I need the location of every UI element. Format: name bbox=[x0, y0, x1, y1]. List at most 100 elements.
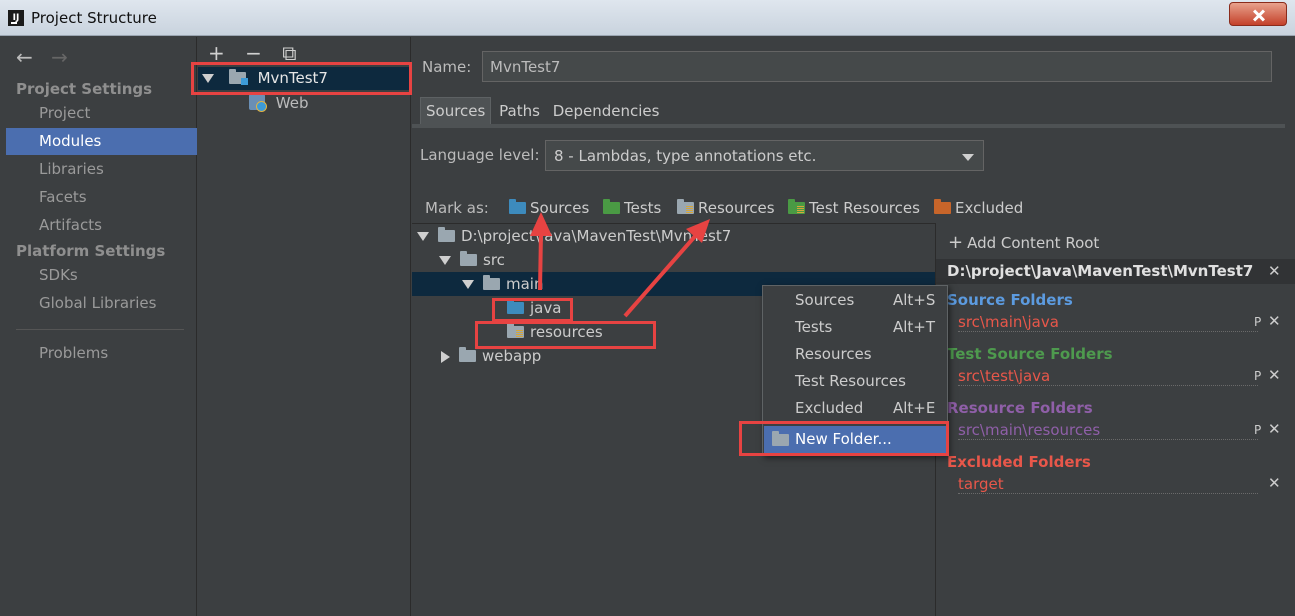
nav-item-modules[interactable]: Modules bbox=[6, 128, 197, 155]
expand-triangle-icon[interactable] bbox=[439, 256, 451, 265]
content-root-header: D:\project\Java\MavenTest\MvnTest7 ✕ bbox=[936, 259, 1295, 284]
test-source-folders-heading: Test Source Folders bbox=[947, 345, 1113, 363]
source-folder-path: src\main\java bbox=[958, 313, 1258, 332]
resource-folder-path: src\main\resources bbox=[958, 421, 1258, 440]
add-icon[interactable]: + bbox=[208, 41, 225, 65]
module-row-mvntest7[interactable]: MvnTest7 bbox=[198, 67, 411, 90]
expand-triangle-icon[interactable] bbox=[417, 232, 429, 241]
tree-java-label: java bbox=[530, 299, 562, 317]
sources-folder-icon bbox=[509, 199, 526, 214]
tab-dependencies[interactable]: Dependencies bbox=[548, 98, 665, 125]
tree-main-label: main bbox=[506, 275, 544, 293]
tab-paths[interactable]: Paths bbox=[494, 98, 545, 125]
remove-root-close-icon[interactable]: ✕ bbox=[1268, 259, 1281, 284]
menu-label: Resources bbox=[795, 345, 872, 363]
nav-item-project[interactable]: Project bbox=[6, 100, 197, 127]
excluded-folders-heading: Excluded Folders bbox=[947, 453, 1091, 471]
mark-resources-label: Resources bbox=[698, 199, 775, 217]
menu-shortcut: Alt+S bbox=[893, 291, 936, 309]
test-resources-folder-icon bbox=[788, 199, 805, 214]
menu-item-excluded[interactable]: Excluded Alt+E bbox=[764, 395, 947, 422]
title-bar: IJ Project Structure bbox=[0, 0, 1295, 36]
plus-icon: + bbox=[948, 232, 964, 253]
source-folders-heading: Source Folders bbox=[947, 291, 1073, 309]
nav-divider bbox=[16, 329, 184, 330]
tab-sources[interactable]: Sources bbox=[420, 97, 492, 124]
menu-label: Sources bbox=[795, 291, 855, 309]
editor-tabs: Sources Paths Dependencies bbox=[420, 97, 662, 124]
mark-excluded-label: Excluded bbox=[955, 199, 1024, 217]
test-source-folder-path: src\test\java bbox=[958, 367, 1258, 386]
tests-folder-icon bbox=[603, 199, 620, 214]
folder-icon bbox=[483, 275, 500, 290]
mark-sources-label: Sources bbox=[530, 199, 590, 217]
nav-item-global-libraries[interactable]: Global Libraries bbox=[6, 290, 197, 317]
tree-resources-label: resources bbox=[530, 323, 603, 341]
menu-label: New Folder... bbox=[795, 430, 892, 448]
package-prefix-icon[interactable]: P bbox=[1254, 369, 1261, 383]
platform-settings-heading: Platform Settings bbox=[16, 242, 166, 260]
close-icon[interactable]: ✕ bbox=[1268, 420, 1281, 438]
expand-triangle-icon[interactable] bbox=[462, 280, 474, 289]
module-name-input[interactable] bbox=[482, 51, 1272, 82]
mark-resources-button[interactable]: Resources bbox=[677, 199, 775, 217]
close-icon[interactable]: ✕ bbox=[1268, 366, 1281, 384]
menu-shortcut: Alt+T bbox=[893, 318, 936, 336]
folder-icon bbox=[438, 227, 455, 242]
nav-item-facets[interactable]: Facets bbox=[6, 184, 197, 211]
context-menu: Sources Alt+S Tests Alt+T Resources Test R… bbox=[762, 285, 948, 456]
menu-item-test-resources[interactable]: Test Resources bbox=[764, 368, 947, 395]
remove-icon[interactable]: − bbox=[245, 41, 262, 65]
settings-nav: ← → Project Settings Project Modules Lib… bbox=[0, 37, 197, 616]
menu-label: Test Resources bbox=[795, 372, 906, 390]
menu-shortcut: Alt+E bbox=[893, 399, 936, 417]
modules-panel: + − ⧉ MvnTest7 Web bbox=[198, 37, 411, 616]
name-label: Name: bbox=[422, 58, 472, 76]
collapsed-triangle-icon[interactable] bbox=[441, 350, 450, 363]
mark-as-label: Mark as: bbox=[425, 199, 489, 217]
excluded-folder-path: target bbox=[958, 475, 1258, 494]
folder-icon bbox=[459, 347, 476, 362]
package-prefix-icon[interactable]: P bbox=[1254, 315, 1261, 329]
tree-row-src[interactable]: src bbox=[412, 248, 935, 272]
close-icon[interactable]: ✕ bbox=[1268, 474, 1281, 492]
mark-test-resources-button[interactable]: Test Resources bbox=[788, 199, 920, 217]
resources-folder-icon bbox=[507, 323, 524, 338]
menu-label: Tests bbox=[795, 318, 833, 336]
forward-arrow-icon[interactable]: → bbox=[51, 45, 68, 69]
language-level-select[interactable]: 8 - Lambdas, type annotations etc. bbox=[545, 140, 984, 171]
module-row-web[interactable]: Web bbox=[198, 92, 411, 115]
mark-test-resources-label: Test Resources bbox=[809, 199, 920, 217]
chevron-down-icon bbox=[962, 154, 974, 161]
nav-item-libraries[interactable]: Libraries bbox=[6, 156, 197, 183]
window-close-button[interactable] bbox=[1229, 2, 1287, 26]
mark-sources-button[interactable]: Sources bbox=[509, 199, 589, 217]
window-title: Project Structure bbox=[31, 9, 157, 27]
modules-toolbar: + − ⧉ bbox=[208, 41, 311, 65]
close-icon[interactable]: ✕ bbox=[1268, 312, 1281, 330]
copy-icon[interactable]: ⧉ bbox=[282, 41, 296, 65]
language-level-value: 8 - Lambdas, type annotations etc. bbox=[554, 147, 817, 165]
excluded-folder-icon bbox=[934, 199, 951, 214]
menu-label: Excluded bbox=[795, 399, 864, 417]
menu-item-new-folder[interactable]: New Folder... bbox=[764, 426, 947, 453]
expand-triangle-icon[interactable] bbox=[202, 74, 214, 83]
intellij-app-icon: IJ bbox=[8, 10, 24, 26]
web-facet-label: Web bbox=[275, 94, 309, 112]
nav-item-sdks[interactable]: SDKs bbox=[6, 262, 197, 289]
project-settings-heading: Project Settings bbox=[16, 80, 153, 98]
menu-item-sources[interactable]: Sources Alt+S bbox=[764, 287, 947, 314]
tree-row-root[interactable]: D:\project\Java\MavenTest\MvnTest7 bbox=[412, 224, 935, 248]
nav-item-artifacts[interactable]: Artifacts bbox=[6, 212, 197, 239]
back-arrow-icon[interactable]: ← bbox=[16, 45, 33, 69]
menu-item-tests[interactable]: Tests Alt+T bbox=[764, 314, 947, 341]
language-level-label: Language level: bbox=[420, 146, 540, 164]
mark-tests-button[interactable]: Tests bbox=[603, 199, 661, 217]
new-folder-icon bbox=[772, 431, 789, 446]
mark-excluded-button[interactable]: Excluded bbox=[934, 199, 1023, 217]
package-prefix-icon[interactable]: P bbox=[1254, 423, 1261, 437]
add-content-root-button[interactable]: + Add Content Root bbox=[948, 232, 1099, 253]
folder-icon bbox=[460, 251, 477, 266]
menu-item-resources[interactable]: Resources bbox=[764, 341, 947, 368]
nav-item-problems[interactable]: Problems bbox=[6, 340, 197, 367]
